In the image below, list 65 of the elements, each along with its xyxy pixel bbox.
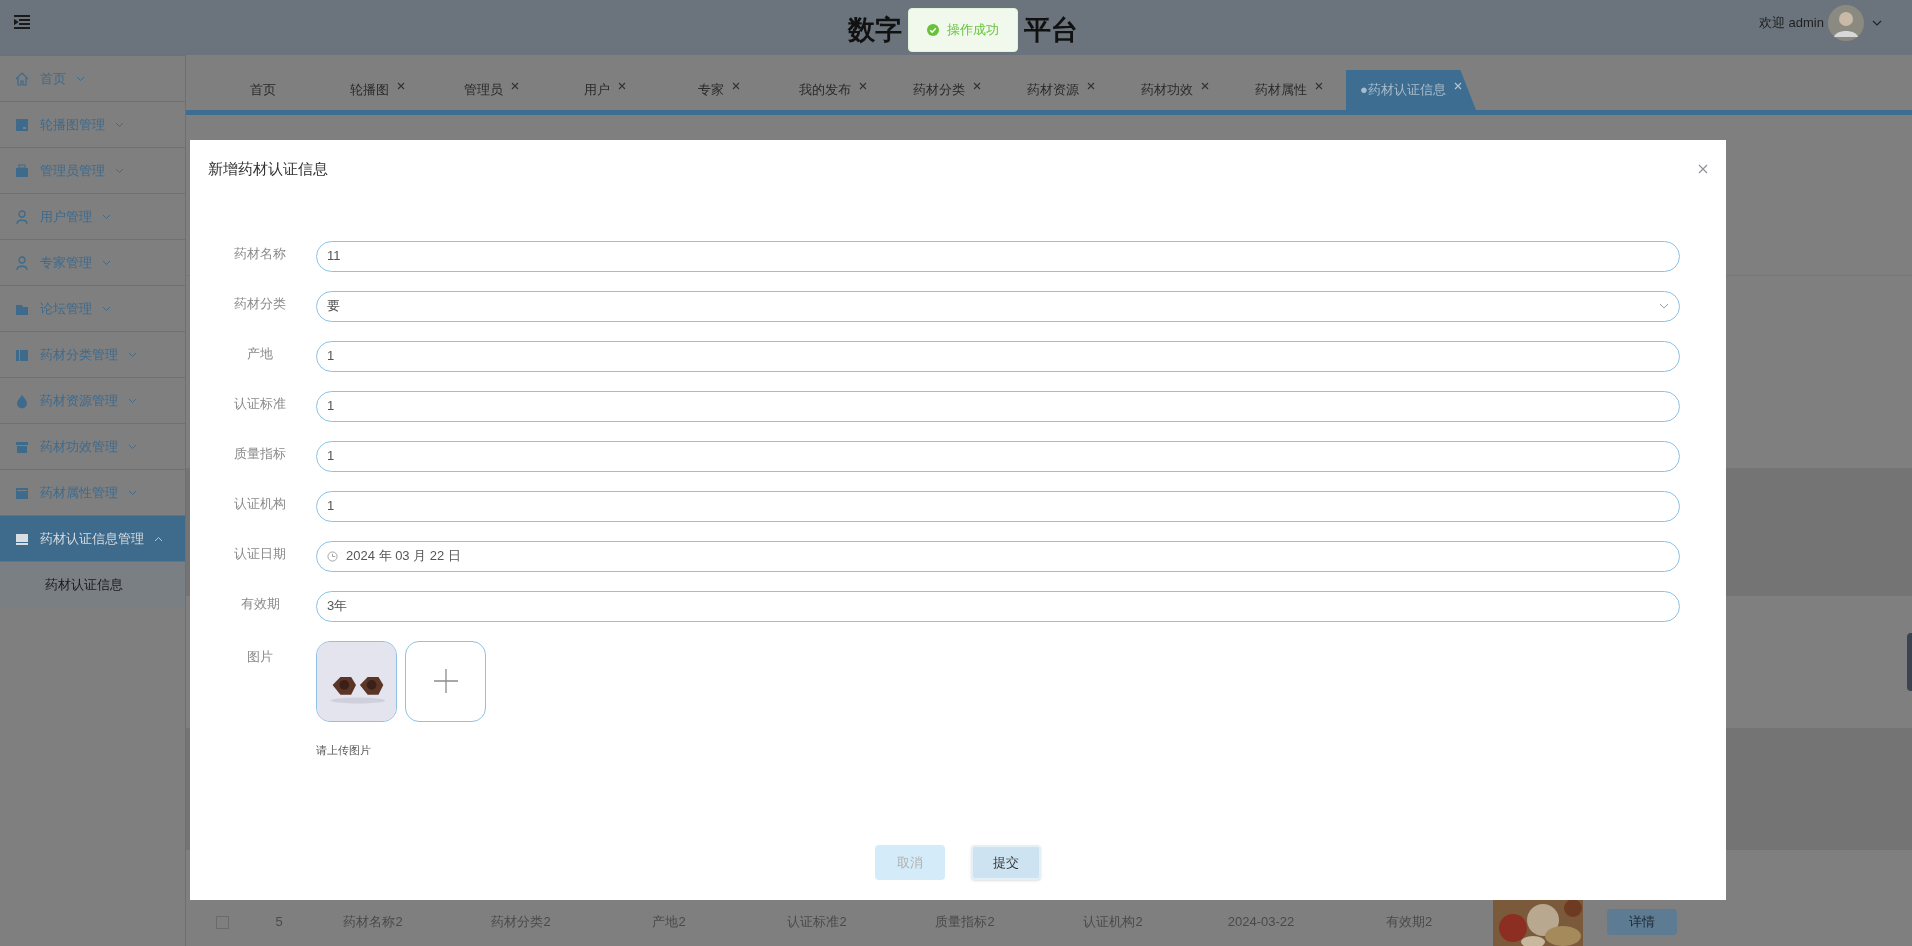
dialog-title: 新增药材认证信息 [208,159,328,179]
chevron-down-icon [128,397,137,404]
sidebar-item[interactable]: 药材认证信息管理 [0,516,185,562]
plus-icon [433,669,458,693]
tab[interactable]: ●药材认证信息 [1346,70,1476,110]
tab[interactable]: 首页 [206,70,320,110]
upload-button[interactable] [405,640,486,722]
user-icon [14,254,30,271]
tab[interactable]: 药材资源 [1004,70,1118,110]
close-icon[interactable] [973,82,981,90]
check-circle-icon [927,24,939,36]
chevron-down-icon [128,489,137,496]
briefcase-icon [14,162,30,179]
page-title: 数字 [848,13,902,47]
tab[interactable]: 用户 [548,70,662,110]
chevron-down-icon [76,75,85,82]
close-icon[interactable] [510,82,519,90]
tab[interactable]: 管理员 [434,70,548,110]
close-icon[interactable] [1315,82,1323,90]
chevron-up-icon [154,535,163,542]
chevron-down-icon[interactable] [1872,20,1882,26]
chevron-down-icon [1659,303,1669,309]
chevron-down-icon [128,443,137,450]
tab[interactable]: 药材功效 [1118,70,1232,110]
field-label: 药材分类 [233,295,287,314]
field-label: 认证日期 [233,545,287,564]
upload-hint: 请上传图片 [316,742,372,758]
field-label: 药材名称 [233,245,287,264]
scrollbar-thumb[interactable] [1907,633,1912,691]
close-icon[interactable] [1698,164,1708,175]
menu-icon[interactable] [14,15,30,29]
close-icon[interactable] [618,82,626,90]
field-label: 图片 [246,647,274,666]
greeting-text: 欢迎 admin [1758,14,1824,33]
close-icon[interactable] [859,82,867,90]
chevron-down-icon [102,305,111,312]
chevron-down-icon [102,259,111,266]
field-label: 认证机构 [233,495,287,514]
close-icon[interactable] [1087,82,1095,90]
chevron-down-icon [115,167,124,174]
user-icon [14,208,30,225]
chevron-down-icon [128,351,137,358]
tab[interactable]: 我的发布 [776,70,890,110]
field-label: 产地 [246,345,274,364]
chevron-down-icon [115,121,124,128]
avatar[interactable] [1828,5,1864,41]
close-icon[interactable] [1201,82,1209,90]
close-icon[interactable] [732,82,740,90]
field-label: 质量指标 [233,445,287,464]
tab[interactable]: 专家 [662,70,776,110]
toast-message: 操作成功 [947,21,999,40]
tab[interactable]: 轮播图 [320,70,434,110]
sidebar-subitem[interactable]: 药材认证信息 [0,562,185,608]
tab[interactable]: 药材分类 [890,70,1004,110]
tab[interactable]: 药材属性 [1232,70,1346,110]
field-label: 有效期 [239,595,281,614]
image-icon [14,116,30,133]
home-icon [14,70,30,87]
submit-button[interactable]: 提交 [971,845,1041,880]
page-title: 平台 [1024,13,1078,47]
chevron-down-icon [102,213,111,220]
details-button[interactable]: 详情 [1607,909,1677,935]
clock-icon [327,550,338,562]
close-icon[interactable] [396,82,405,90]
field-label: 认证标准 [233,395,287,414]
